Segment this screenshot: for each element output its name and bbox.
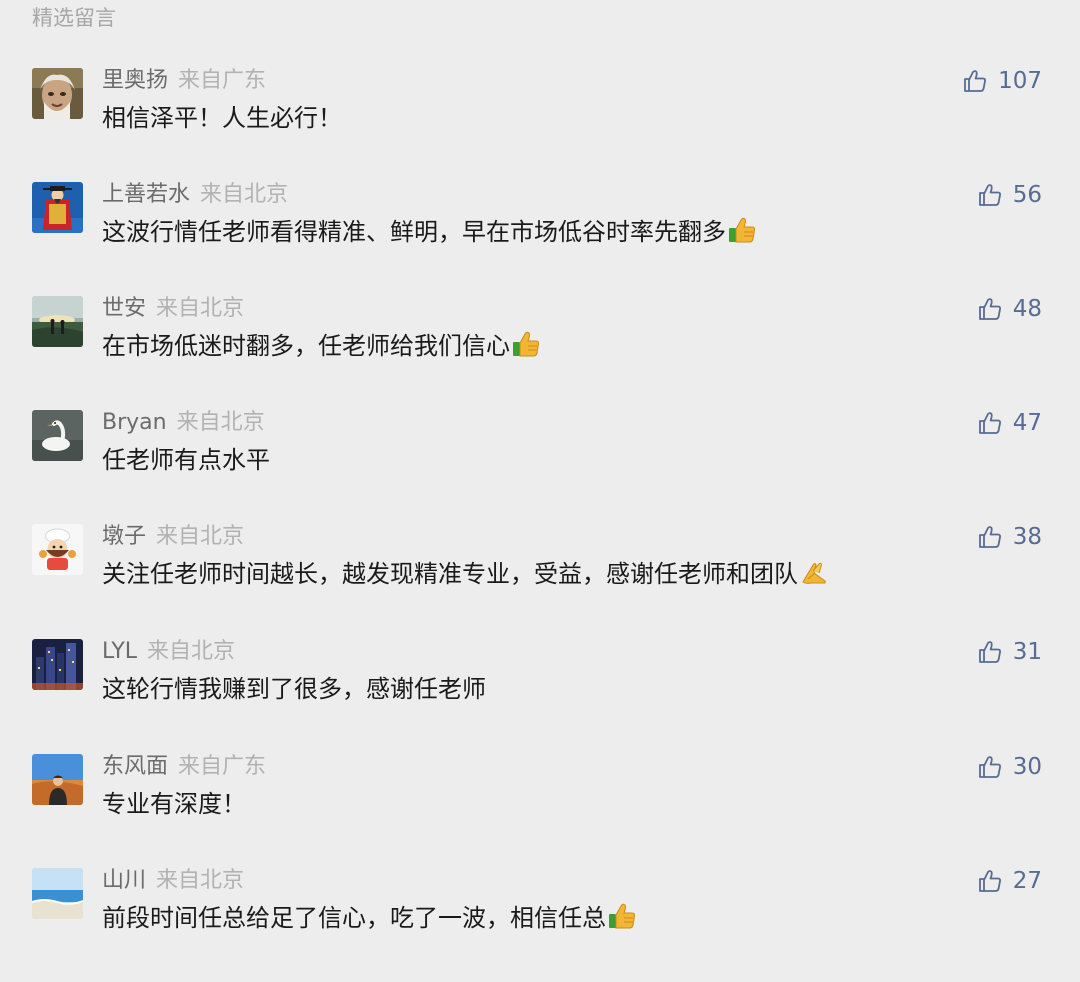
comment-text-body: 任老师有点水平 — [102, 446, 270, 474]
commenter-name[interactable]: 东风面 — [102, 754, 168, 779]
comment-text-body: 专业有深度！ — [102, 790, 246, 818]
comment-text: 前段时间任总给足了信心，吃了一波，相信任总 — [102, 901, 637, 935]
like-button[interactable]: 27 — [977, 866, 1042, 896]
commenter-name[interactable]: Bryan — [102, 410, 167, 435]
commenter-name[interactable]: 山川 — [102, 868, 146, 893]
comment-text: 相信泽平！人生必行！ — [102, 101, 342, 135]
comment-header: Bryan 来自北京 — [102, 408, 265, 438]
comment-item: 上善若水 来自北京 这波行情任老师看得精准、鲜明，早在市场低谷时率先翻多 56 — [0, 182, 1080, 296]
thumb-up-outline-icon — [977, 754, 1003, 780]
avatar[interactable] — [32, 524, 83, 575]
like-count: 56 — [1012, 182, 1042, 208]
comment-header: 山川 来自北京 — [102, 866, 244, 896]
commenter-name[interactable]: 世安 — [102, 296, 146, 321]
comment-text: 在市场低迷时翻多，任老师给我们信心 — [102, 329, 541, 363]
thumb-up-outline-icon — [962, 68, 988, 94]
comment-item: 东风面 来自广东 专业有深度！ 30 — [0, 754, 1080, 868]
section-title: 精选留言 — [32, 6, 116, 30]
like-button[interactable]: 56 — [977, 180, 1042, 210]
avatar[interactable] — [32, 296, 83, 347]
comment-item: 世安 来自北京 在市场低迷时翻多，任老师给我们信心 48 — [0, 296, 1080, 410]
like-button[interactable]: 48 — [977, 294, 1042, 324]
thumb-up-outline-icon — [977, 524, 1003, 550]
like-count: 31 — [1012, 639, 1042, 665]
avatar[interactable] — [32, 868, 83, 919]
comment-location: 来自北京 — [147, 639, 236, 664]
comment-location: 来自广东 — [178, 754, 267, 779]
like-count: 48 — [1012, 296, 1042, 322]
comment-text-body: 在市场低迷时翻多，任老师给我们信心 — [102, 332, 510, 360]
comment-header: 上善若水 来自北京 — [102, 180, 288, 210]
thumbs-up-emoji-icon — [727, 215, 757, 245]
commenter-name[interactable]: 里奥扬 — [102, 68, 168, 93]
comment-item: 山川 来自北京 前段时间任总给足了信心，吃了一波，相信任总 27 — [0, 868, 1080, 982]
like-button[interactable]: 47 — [977, 408, 1042, 438]
comment-text-body: 前段时间任总给足了信心，吃了一波，相信任总 — [102, 904, 606, 932]
commenter-name[interactable]: 墩子 — [102, 524, 146, 549]
comment-item: Bryan 来自北京 任老师有点水平 47 — [0, 410, 1080, 524]
avatar[interactable] — [32, 639, 83, 690]
comment-text-body: 关注任老师时间越长，越发现精准专业，受益，感谢任老师和团队 — [102, 560, 798, 588]
comment-location: 来自北京 — [200, 182, 289, 207]
thumbs-up-emoji-icon — [607, 901, 637, 931]
thumb-up-outline-icon — [977, 296, 1003, 322]
comment-location: 来自北京 — [156, 296, 245, 321]
commenter-name[interactable]: LYL — [102, 639, 137, 664]
thumb-up-outline-icon — [977, 639, 1003, 665]
comment-item: 里奥扬 来自广东 相信泽平！人生必行！ 107 — [0, 68, 1080, 182]
like-count: 38 — [1012, 524, 1042, 550]
avatar[interactable] — [32, 754, 83, 805]
swan-avatar — [32, 410, 83, 461]
comment-location: 来自北京 — [156, 868, 245, 893]
like-button[interactable]: 107 — [962, 66, 1042, 96]
beach-waves-avatar — [32, 868, 83, 919]
comment-text: 这轮行情我赚到了很多，感谢任老师 — [102, 672, 486, 706]
comment-location: 来自广东 — [178, 68, 267, 93]
like-count: 30 — [1012, 754, 1042, 780]
comment-text-body: 这波行情任老师看得精准、鲜明，早在市场低谷时率先翻多 — [102, 218, 726, 246]
thumb-up-outline-icon — [977, 868, 1003, 894]
comment-location: 来自北京 — [156, 524, 245, 549]
like-count: 107 — [998, 68, 1042, 94]
comment-text-body: 这轮行情我赚到了很多，感谢任老师 — [102, 675, 486, 703]
desert-portrait-avatar — [32, 754, 83, 805]
comment-header: LYL 来自北京 — [102, 637, 235, 667]
comment-item: 墩子 来自北京 关注任老师时间越长，越发现精准专业，受益，感谢任老师和团队 38 — [0, 524, 1080, 638]
thumb-up-outline-icon — [977, 410, 1003, 436]
comment-text: 这波行情任老师看得精准、鲜明，早在市场低谷时率先翻多 — [102, 215, 757, 249]
commenter-name[interactable]: 上善若水 — [102, 182, 190, 207]
old-man-portrait-avatar — [32, 68, 83, 119]
like-button[interactable]: 31 — [977, 637, 1042, 667]
thumb-up-outline-icon — [977, 182, 1003, 208]
comment-header: 东风面 来自广东 — [102, 752, 266, 782]
like-count: 47 — [1012, 410, 1042, 436]
comment-text: 任老师有点水平 — [102, 443, 270, 477]
comment-header: 墩子 来自北京 — [102, 522, 244, 552]
comment-text: 专业有深度！ — [102, 787, 246, 821]
avatar[interactable] — [32, 410, 83, 461]
comment-header: 世安 来自北京 — [102, 294, 244, 324]
comment-text-body: 相信泽平！人生必行！ — [102, 104, 342, 132]
like-button[interactable]: 30 — [977, 752, 1042, 782]
comment-header: 里奥扬 来自广东 — [102, 66, 266, 96]
like-count: 27 — [1012, 868, 1042, 894]
avatar[interactable] — [32, 68, 83, 119]
comment-location: 来自北京 — [176, 410, 265, 435]
avatar[interactable] — [32, 182, 83, 233]
sunset-walkers-avatar — [32, 296, 83, 347]
like-button[interactable]: 38 — [977, 522, 1042, 552]
comment-text: 关注任老师时间越长，越发现精准专业，受益，感谢任老师和团队 — [102, 557, 829, 591]
deity-figure-avatar — [32, 182, 83, 233]
folded-hands-emoji-icon — [799, 557, 829, 587]
chef-cartoon-avatar — [32, 524, 83, 575]
thumbs-up-emoji-icon — [511, 329, 541, 359]
comment-item: LYL 来自北京 这轮行情我赚到了很多，感谢任老师 31 — [0, 639, 1080, 753]
night-city-avatar — [32, 639, 83, 690]
